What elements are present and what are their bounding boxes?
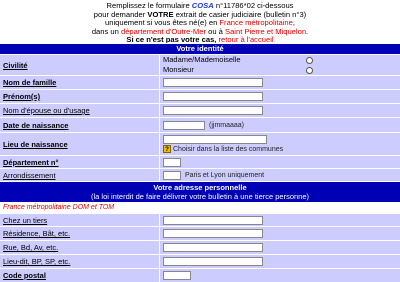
lieudit-label: Lieu-dit, BP, SP, etc. bbox=[0, 255, 160, 268]
tiers-row: Chez un tiers bbox=[0, 213, 400, 226]
epouse-input[interactable] bbox=[163, 106, 263, 115]
rue-row: Rue, Bd, Av, etc. bbox=[0, 240, 400, 254]
date-input[interactable] bbox=[163, 120, 205, 130]
identity-header: Votre identité bbox=[0, 43, 400, 54]
rue-input[interactable] bbox=[163, 243, 263, 252]
nom-row: Nom de famille bbox=[0, 75, 400, 89]
dept-input[interactable] bbox=[163, 157, 181, 167]
residence-row: Résidence, Bât, etc. bbox=[0, 226, 400, 240]
civilite-row: Civilité Madame/Mademoiselle Monsieur bbox=[0, 54, 400, 75]
nom-input[interactable] bbox=[163, 78, 263, 87]
arr-row: Arrondissement Paris et Lyon uniquement bbox=[0, 168, 400, 181]
date-label: Date de naissance bbox=[0, 118, 160, 132]
cp-row: Code postal bbox=[0, 268, 400, 282]
lieudit-input[interactable] bbox=[163, 257, 263, 266]
tiers-input[interactable] bbox=[163, 215, 263, 225]
epouse-row: Nom d'épouse ou d'usage bbox=[0, 103, 400, 117]
lieu-label: Lieu de naissance bbox=[0, 133, 160, 155]
lieudit-row: Lieu-dit, BP, SP, etc. bbox=[0, 254, 400, 268]
prenoms-row: Prénom(s) bbox=[0, 89, 400, 103]
residence-input[interactable] bbox=[163, 229, 263, 238]
lieu-hint: Choisir dans la liste des communes bbox=[173, 145, 284, 153]
dept-label: Département n° bbox=[0, 156, 160, 168]
epouse-label: Nom d'épouse ou d'usage bbox=[0, 104, 160, 117]
prenoms-label: Prénom(s) bbox=[0, 90, 160, 103]
dept-row: Département n° bbox=[0, 155, 400, 168]
prenoms-input[interactable] bbox=[163, 92, 263, 101]
cp-input[interactable] bbox=[163, 271, 191, 280]
address-subheader: (la loi interdit de faire délivrer votre… bbox=[90, 192, 310, 201]
arr-input[interactable] bbox=[163, 170, 181, 180]
nom-label: Nom de famille bbox=[0, 76, 160, 89]
cp-label: Code postal bbox=[0, 269, 160, 282]
date-hint: (jjmmaaaa) bbox=[209, 121, 245, 129]
date-row: Date de naissance (jjmmaaaa) bbox=[0, 117, 400, 132]
arr-label: Arrondissement bbox=[0, 169, 160, 181]
intro-text: Remplissez le formulaire COSA n°11786*02… bbox=[91, 1, 309, 45]
option-madame-label: Madame/Mademoiselle bbox=[163, 55, 241, 64]
residence-label: Résidence, Bât, etc. bbox=[0, 227, 160, 240]
option-monsieur-label: Monsieur bbox=[163, 65, 194, 74]
radio-monsieur[interactable] bbox=[306, 67, 313, 74]
help-icon[interactable]: ? bbox=[163, 145, 171, 153]
rue-label: Rue, Bd, Av, etc. bbox=[0, 241, 160, 254]
address-header: Votre adresse personnelle (la loi interd… bbox=[0, 181, 400, 202]
lieu-row: Lieu de naissance ? Choisir dans la list… bbox=[0, 132, 400, 155]
radio-madame[interactable] bbox=[306, 57, 313, 64]
tiers-label: Chez un tiers bbox=[0, 214, 160, 226]
lieu-input[interactable] bbox=[163, 135, 267, 144]
civilite-label: Civilité bbox=[0, 55, 160, 75]
arr-hint: Paris et Lyon uniquement bbox=[185, 171, 265, 179]
casier-form: Votre identité Civilité Madame/Mademoise… bbox=[0, 43, 400, 282]
region-note: France métropolitaine DOM et TOM bbox=[0, 202, 400, 213]
